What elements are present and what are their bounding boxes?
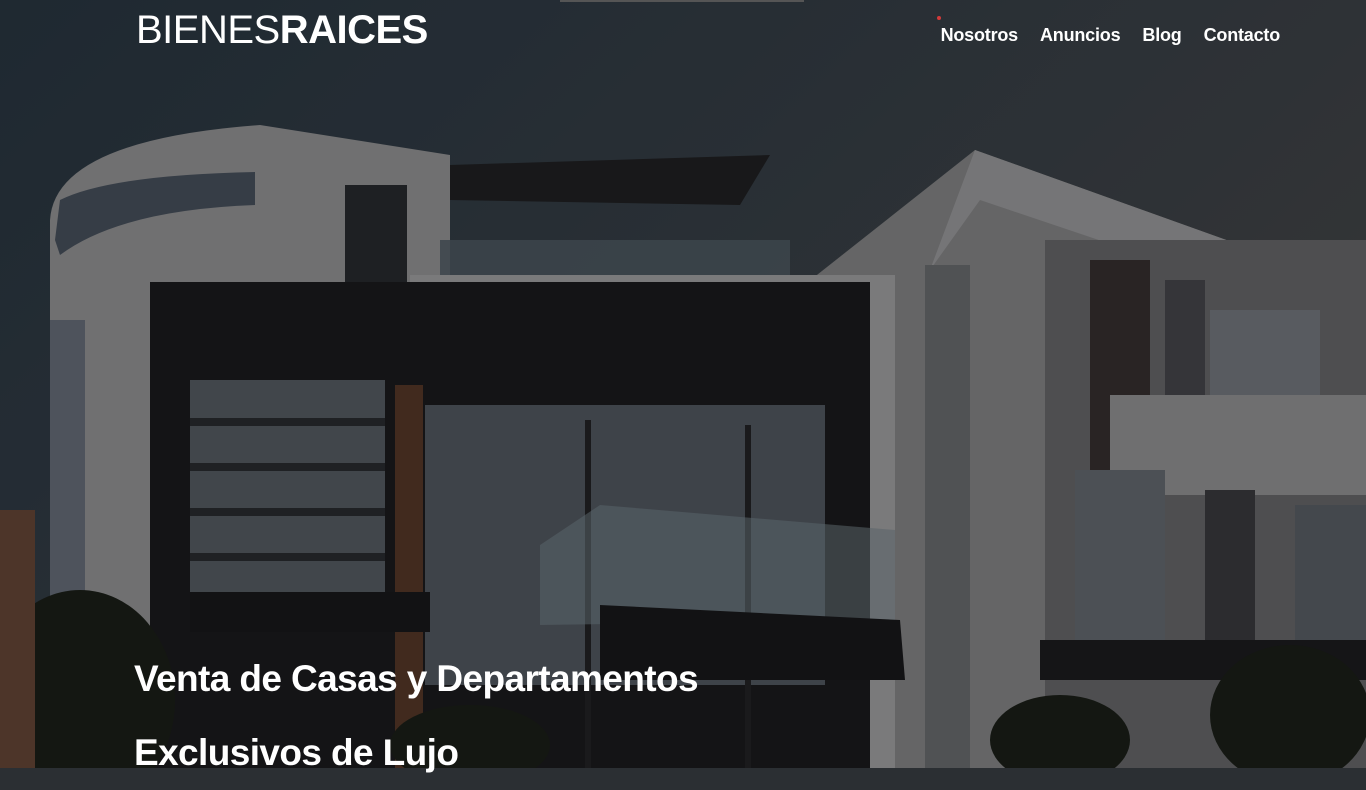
accent-dot xyxy=(937,16,941,20)
main-nav: Nosotros Anuncios Blog Contacto xyxy=(941,25,1281,46)
nav-anuncios[interactable]: Anuncios xyxy=(1040,25,1121,46)
logo-bold-text: RAICES xyxy=(279,8,429,52)
nav-blog[interactable]: Blog xyxy=(1142,25,1181,46)
nav-contacto[interactable]: Contacto xyxy=(1204,25,1281,46)
site-logo[interactable]: BIENESRAICES xyxy=(136,10,428,50)
nav-nosotros[interactable]: Nosotros xyxy=(941,25,1019,46)
logo-light-text: BIENES xyxy=(136,8,280,52)
headline-line-2: Exclusivos de Lujo xyxy=(134,732,459,773)
headline-line-1: Venta de Casas y Departamentos xyxy=(134,658,699,699)
site-header: BIENESRAICES Nosotros Anuncios Blog Cont… xyxy=(0,0,1366,75)
